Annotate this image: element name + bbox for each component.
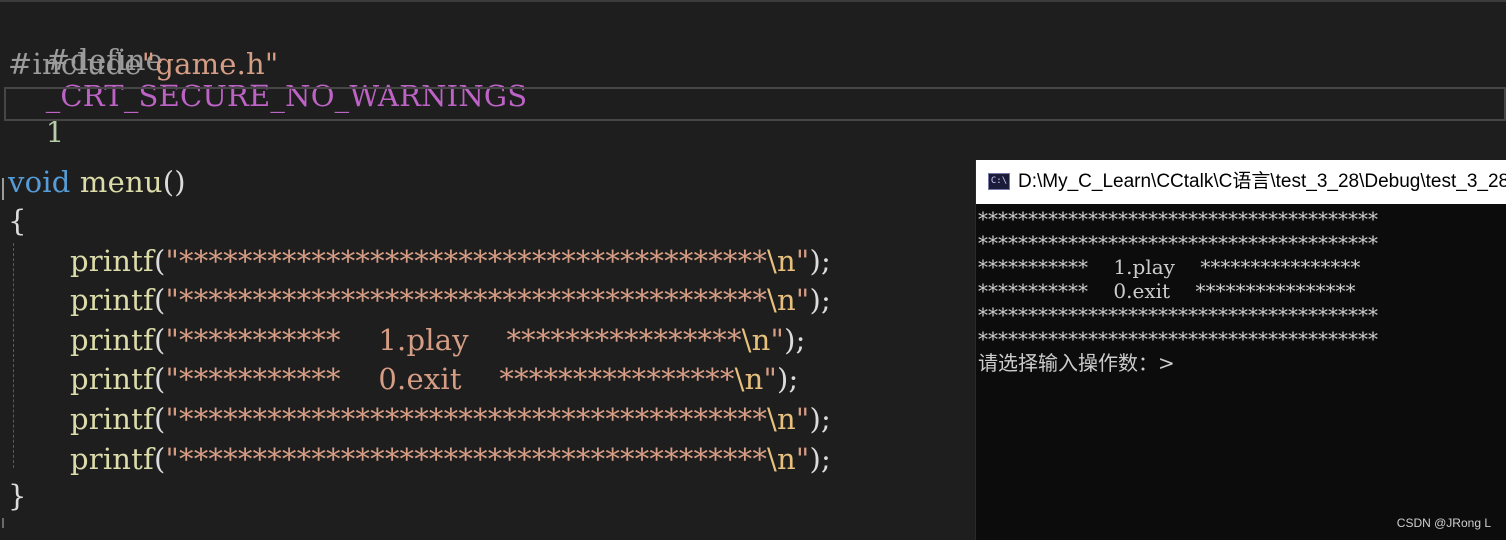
code-line-function-signature[interactable]: void menu() (8, 164, 186, 200)
code-line-close-brace[interactable]: } (8, 478, 27, 514)
string-literal: "*********** 1.play **************** (165, 323, 742, 357)
code-line-printf[interactable]: printf("********************************… (70, 282, 831, 318)
statement-end: ); (809, 244, 831, 278)
escape-sequence: \n (741, 323, 771, 357)
console-input-prompt[interactable]: 请选择输入操作数：> (978, 348, 1175, 378)
console-line: **************************************** (978, 207, 1378, 231)
code-line-printf[interactable]: printf("********************************… (70, 401, 831, 437)
printf-call: printf (70, 362, 154, 396)
string-literal: "***************************************… (165, 244, 768, 278)
statement-end: ); (809, 402, 831, 436)
close-brace: } (8, 479, 27, 513)
paren-open: ( (153, 362, 166, 396)
code-line-define[interactable]: #define _CRT_SECURE_NO_WARNINGS 1 (8, 6, 527, 149)
paren-open: ( (153, 442, 166, 476)
code-line-printf[interactable]: printf("*********** 0.exit *************… (70, 361, 799, 397)
statement-end: ); (809, 283, 831, 317)
fold-indicator[interactable] (2, 178, 4, 200)
paren-open: ( (153, 244, 166, 278)
paren-open: ( (153, 283, 166, 317)
function-parens: () (162, 165, 186, 199)
open-brace: { (8, 204, 27, 238)
string-literal: "***************************************… (165, 283, 768, 317)
statement-end: ); (809, 442, 831, 476)
code-line-printf[interactable]: printf("*********** 1.play *************… (70, 322, 806, 358)
printf-call: printf (70, 244, 154, 278)
paren-open: ( (153, 402, 166, 436)
printf-call: printf (70, 323, 154, 357)
console-app-icon: C:\ (988, 173, 1010, 190)
include-header: "game.h" (141, 47, 279, 81)
console-output[interactable]: ****************************************… (976, 204, 1506, 540)
keyword-void: void (8, 165, 71, 199)
escape-sequence: \n (767, 442, 796, 476)
code-line-include[interactable]: #include"game.h" (8, 46, 278, 82)
statement-end: ); (777, 362, 799, 396)
printf-call: printf (70, 442, 154, 476)
console-line: **************************************** (978, 303, 1378, 327)
escape-sequence: \n (767, 244, 796, 278)
paren-open: ( (153, 323, 166, 357)
string-close-quote: " (795, 442, 810, 476)
string-close-quote: " (795, 402, 810, 436)
printf-call: printf (70, 402, 154, 436)
console-line: *********** 0.exit **************** (978, 279, 1356, 303)
fold-indicator-bottom (2, 518, 4, 528)
printf-call: printf (70, 283, 154, 317)
code-line-printf[interactable]: printf("********************************… (70, 243, 831, 279)
indent-guide (13, 243, 14, 468)
statement-end: ); (784, 323, 806, 357)
include-directive: #include (8, 47, 142, 81)
string-close-quote: " (795, 283, 810, 317)
console-title: D:\My_C_Learn\CCtalk\C语言\test_3_28\Debug… (1018, 171, 1506, 192)
string-close-quote: " (770, 323, 785, 357)
escape-sequence: \n (734, 362, 764, 396)
console-window[interactable]: C:\ D:\My_C_Learn\CCtalk\C语言\test_3_28\D… (975, 160, 1506, 540)
console-line: **************************************** (978, 231, 1378, 255)
string-literal: "***************************************… (165, 402, 768, 436)
string-close-quote: " (763, 362, 777, 396)
escape-sequence: \n (767, 283, 796, 317)
escape-sequence: \n (767, 402, 796, 436)
console-titlebar[interactable]: C:\ D:\My_C_Learn\CCtalk\C语言\test_3_28\D… (976, 160, 1506, 204)
code-line-printf[interactable]: printf("********************************… (70, 441, 831, 477)
string-close-quote: " (795, 244, 810, 278)
string-literal: "*********** 0.exit **************** (165, 362, 735, 396)
current-line-highlight[interactable] (4, 87, 1506, 121)
watermark: CSDN @JRong L (1396, 516, 1491, 530)
editor-top-border (0, 0, 1506, 2)
function-name: menu (79, 165, 163, 199)
console-line: *********** 1.play **************** (978, 255, 1361, 279)
code-line-open-brace[interactable]: { (8, 203, 27, 239)
string-literal: "***************************************… (165, 442, 768, 476)
